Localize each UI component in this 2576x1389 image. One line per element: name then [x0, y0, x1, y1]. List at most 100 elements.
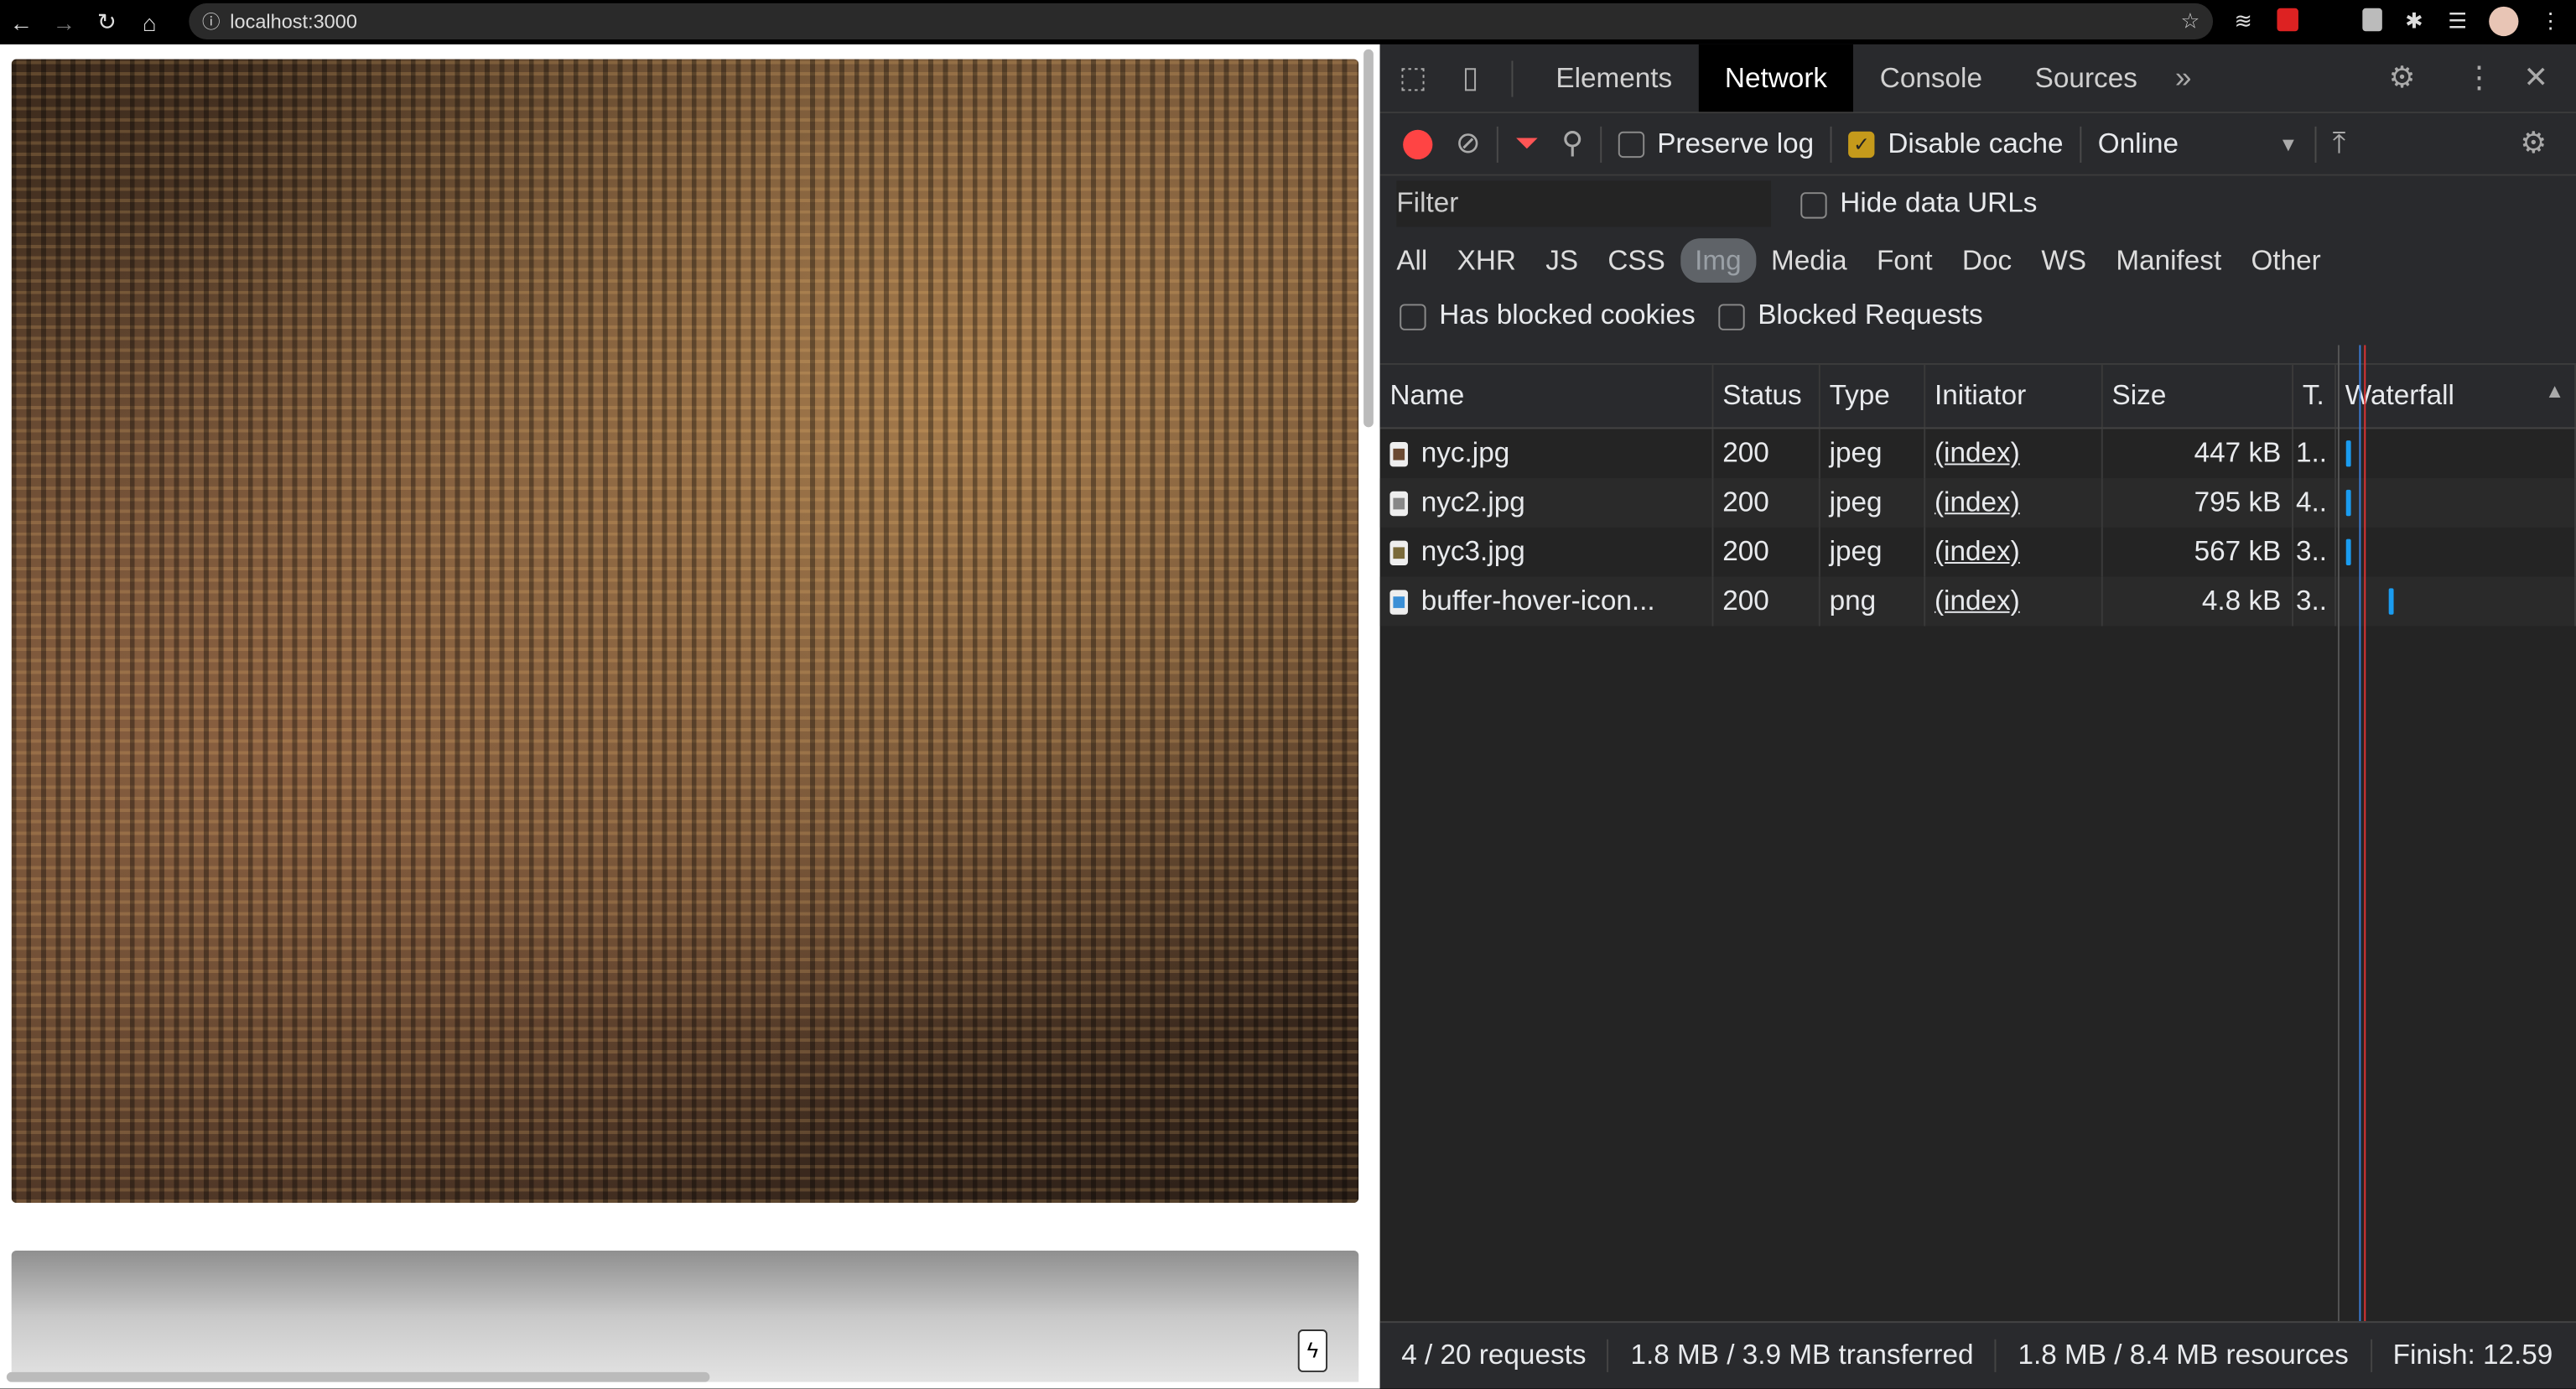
request-name[interactable]: nyc.jpg	[1380, 428, 1712, 478]
filter-input[interactable]: Filter	[1396, 181, 1771, 227]
home-icon[interactable]: ⌂	[128, 9, 171, 35]
requests-table: Name Status Type Initiator Size T. Water…	[1380, 365, 2576, 627]
tab-sources[interactable]: Sources	[2008, 44, 2163, 112]
blocked-requests-label: Blocked Requests	[1758, 299, 1982, 330]
request-name-text: buffer-hover-icon...	[1421, 585, 1655, 616]
blocked-requests-checkbox[interactable]: Blocked Requests	[1718, 299, 1982, 332]
tab-console[interactable]: Console	[1853, 44, 2008, 112]
request-status: 200	[1711, 478, 1818, 528]
request-initiator-cell: (index)	[1924, 528, 2101, 577]
reload-icon[interactable]: ↻	[86, 8, 128, 36]
horizontal-scrollbar[interactable]	[7, 1372, 710, 1382]
chevron-down-icon[interactable]: ▼	[2278, 133, 2298, 155]
table-row[interactable]: nyc3.jpg 200 jpeg (index) 567 kB 3..	[1380, 528, 2575, 577]
waterfall-bar	[2388, 588, 2393, 614]
request-name[interactable]: nyc3.jpg	[1380, 528, 1712, 577]
layers-extension-icon[interactable]: ≋	[2235, 8, 2252, 34]
initiator-link[interactable]: (index)	[1935, 585, 2020, 616]
initiator-link[interactable]: (index)	[1935, 486, 2020, 518]
extension-gray-icon[interactable]	[2362, 8, 2382, 31]
request-time: 3..	[2292, 528, 2334, 577]
table-row[interactable]: nyc.jpg 200 jpeg (index) 447 kB 1..	[1380, 428, 2575, 478]
tab-network[interactable]: Network	[1699, 44, 1854, 112]
inspect-element-icon[interactable]: ⬚	[1380, 60, 1446, 95]
filter-type-xhr[interactable]: XHR	[1442, 237, 1531, 282]
media-queue-icon[interactable]: ☰	[2448, 8, 2467, 34]
filter-type-manifest[interactable]: Manifest	[2101, 237, 2236, 282]
back-icon[interactable]: ←	[0, 9, 43, 35]
info-icon[interactable]: ⓘ	[202, 8, 221, 34]
clear-icon[interactable]: ⊘	[1456, 127, 1481, 161]
filter-funnel-icon[interactable]: ⏷	[1515, 127, 1539, 161]
has-blocked-cookies-label: Has blocked cookies	[1439, 299, 1695, 330]
column-status[interactable]: Status	[1711, 365, 1818, 428]
waterfall-label: Waterfall	[2345, 380, 2454, 411]
network-toolbar: ⊘ ⏷ ⚲ Preserve log ✓Disable cache Online…	[1380, 113, 2576, 175]
tab-elements[interactable]: Elements	[1530, 44, 1699, 112]
waterfall-bar	[2345, 440, 2350, 466]
column-type[interactable]: Type	[1819, 365, 1924, 428]
request-time: 1..	[2292, 428, 2334, 478]
filter-type-media[interactable]: Media	[1756, 237, 1862, 282]
devtools-menu-icon[interactable]: ⋮	[2464, 60, 2494, 95]
request-name-text: nyc.jpg	[1421, 437, 1510, 468]
waterfall-divider	[2338, 345, 2340, 1321]
requests-count: 4 / 20 requests	[1380, 1340, 1609, 1372]
request-name[interactable]: buffer-hover-icon...	[1380, 577, 1712, 627]
filter-type-other[interactable]: Other	[2236, 237, 2336, 282]
sort-ascending-icon[interactable]: ▲	[2545, 380, 2564, 403]
devtools-tabbar: ⬚ ▯ Elements Network Console Sources » ⚙…	[1380, 44, 2576, 113]
network-summary-bar: 4 / 20 requests 1.8 MB / 3.9 MB transfer…	[1380, 1321, 2576, 1388]
network-settings-icon[interactable]: ⚙	[2520, 127, 2547, 161]
column-waterfall[interactable]: Waterfall ▲	[2334, 365, 2575, 428]
disable-cache-checkbox[interactable]: ✓Disable cache	[1848, 127, 2063, 160]
file-thumbnail-icon	[1389, 541, 1408, 565]
preserve-log-checkbox[interactable]: Preserve log	[1618, 127, 1814, 160]
column-name[interactable]: Name	[1380, 365, 1712, 428]
close-devtools-icon[interactable]: ✕	[2523, 60, 2548, 95]
request-name-text: nyc2.jpg	[1421, 486, 1525, 518]
request-name-text: nyc3.jpg	[1421, 536, 1525, 567]
bookmark-star-icon[interactable]: ☆	[2181, 8, 2200, 34]
hide-data-urls-checkbox[interactable]: Hide data URLs	[1800, 187, 2037, 220]
devtools-panel: ⬚ ▯ Elements Network Console Sources » ⚙…	[1380, 44, 2576, 1389]
waterfall-cell	[2334, 478, 2575, 528]
device-toolbar-icon[interactable]: ▯	[1446, 60, 1495, 95]
more-tabs-icon[interactable]: »	[2163, 60, 2203, 95]
forward-icon[interactable]: →	[43, 9, 86, 35]
extension-red-icon[interactable]	[2277, 8, 2298, 31]
settings-gear-icon[interactable]: ⚙	[2389, 60, 2416, 95]
request-size: 567 kB	[2101, 528, 2292, 577]
filter-type-all[interactable]: All	[1382, 237, 1442, 282]
filter-type-css[interactable]: CSS	[1593, 237, 1680, 282]
resources-size: 1.8 MB / 8.4 MB resources	[1997, 1340, 2371, 1372]
filter-type-ws[interactable]: WS	[2027, 237, 2101, 282]
column-size[interactable]: Size	[2101, 365, 2292, 428]
filter-type-font[interactable]: Font	[1862, 237, 1947, 282]
initiator-link[interactable]: (index)	[1935, 536, 2020, 567]
filter-type-doc[interactable]: Doc	[1947, 237, 2027, 282]
filter-type-img[interactable]: Img	[1680, 237, 1757, 282]
has-blocked-cookies-checkbox[interactable]: Has blocked cookies	[1400, 299, 1696, 332]
menu-kebab-icon[interactable]: ⋮	[2540, 8, 2561, 34]
transferred-size: 1.8 MB / 3.9 MB transferred	[1609, 1340, 1997, 1372]
avatar[interactable]	[2489, 7, 2518, 36]
table-row[interactable]: nyc2.jpg 200 jpeg (index) 795 kB 4..	[1380, 478, 2575, 528]
search-icon[interactable]: ⚲	[1561, 127, 1583, 161]
request-name[interactable]: nyc2.jpg	[1380, 478, 1712, 528]
record-icon[interactable]	[1403, 129, 1432, 159]
filter-type-js[interactable]: JS	[1531, 237, 1593, 282]
column-time[interactable]: T.	[2292, 365, 2334, 428]
filter-bar: Filter Hide data URLs AllXHRJSCSSImgMedi…	[1380, 176, 2576, 365]
address-bar[interactable]: ⓘ localhost:3000 ☆	[189, 3, 2213, 39]
puzzle-extensions-icon[interactable]: ✱	[2405, 8, 2423, 34]
table-row[interactable]: buffer-hover-icon... 200 png (index) 4.8…	[1380, 577, 2575, 627]
throttle-select[interactable]: Online	[2098, 127, 2279, 160]
vertical-scrollbar[interactable]	[1363, 49, 1374, 428]
waterfall-bar	[2345, 539, 2350, 565]
import-har-icon[interactable]: ⤒	[2333, 127, 2346, 161]
bolt-icon[interactable]: ϟ	[1298, 1329, 1327, 1372]
column-initiator[interactable]: Initiator	[1924, 365, 2101, 428]
initiator-link[interactable]: (index)	[1935, 437, 2020, 468]
request-type: jpeg	[1819, 428, 1924, 478]
